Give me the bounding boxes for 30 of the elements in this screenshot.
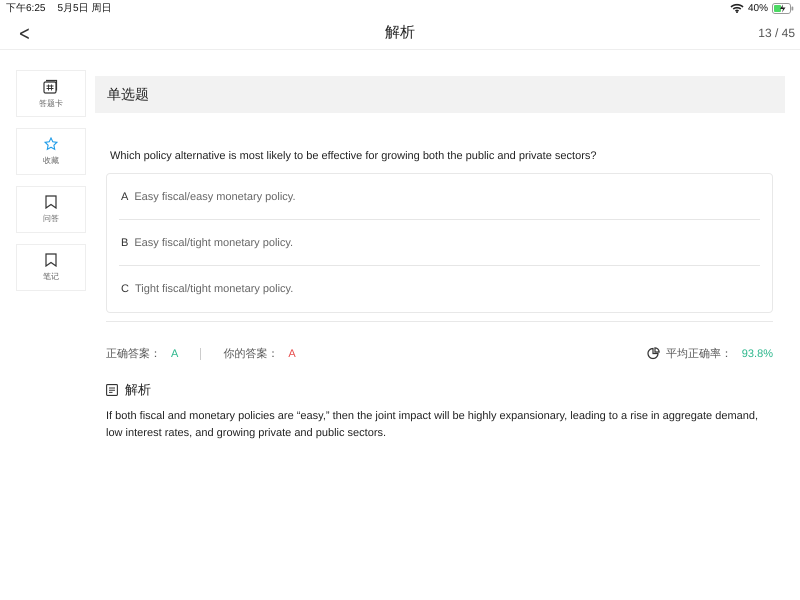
answer-option[interactable]: C Tight fiscal/tight monetary policy. — [119, 266, 760, 312]
question-text: Which policy alternative is most likely to be effective for growing both the public and private sectors? — [110, 150, 598, 162]
sidebar-item[interactable]: 问答 — [16, 186, 86, 233]
battery-icon — [772, 2, 794, 14]
pie-chart-icon — [646, 347, 660, 360]
star-icon — [44, 137, 58, 151]
status-date: 5月5日 周日 — [57, 2, 112, 15]
your-answer-label: 你的答案： — [223, 346, 278, 361]
correct-answer-label: 正确答案： — [106, 346, 161, 361]
battery-percent: 40% — [748, 2, 768, 14]
wifi-icon — [730, 3, 744, 13]
bookmark-icon — [45, 195, 57, 209]
sidebar-item[interactable]: 答题卡 — [16, 70, 86, 117]
document-icon — [106, 384, 118, 396]
analysis-title: 解析 — [125, 381, 151, 399]
card-icon — [43, 78, 59, 94]
accuracy-rate: 93.8% — [742, 348, 773, 360]
status-time: 下午6:25 — [6, 2, 46, 15]
back-button[interactable]: < — [14, 20, 34, 44]
analysis-text: If both fiscal and monetary policies are “easy,” then the joint impact will be highly expansionary, leading to a rise in aggregate demand, low interest rates, and growing private and public sectors. — [106, 409, 760, 441]
page-title: 解析 — [385, 23, 415, 42]
section-title: 单选题 — [107, 86, 149, 104]
answer-option[interactable]: A Easy fiscal/easy monetary policy. — [119, 174, 760, 220]
correct-answer: A — [171, 348, 178, 360]
bookmark-icon — [45, 253, 57, 267]
sidebar-item[interactable]: 笔记 — [16, 244, 86, 291]
sidebar-item[interactable]: 收藏 — [16, 128, 86, 175]
accuracy-label: 平均正确率： — [666, 346, 732, 361]
answer-option[interactable]: B Easy fiscal/tight monetary policy. — [119, 220, 760, 266]
your-answer: A — [288, 348, 296, 360]
